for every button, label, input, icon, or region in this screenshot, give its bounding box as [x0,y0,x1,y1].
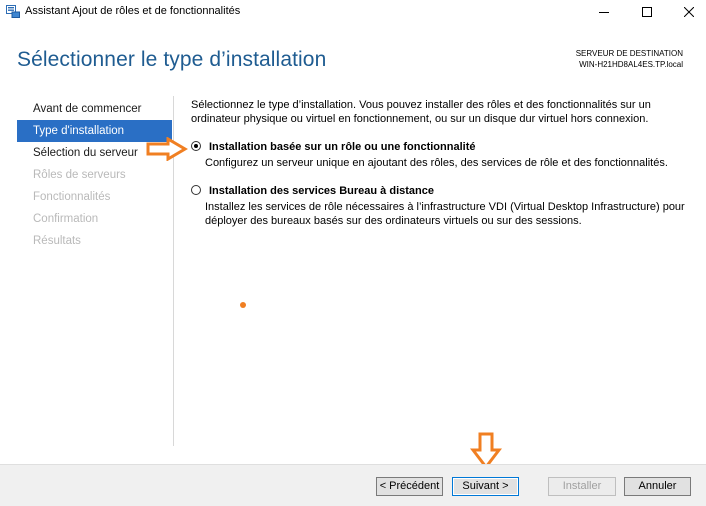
cancel-button[interactable]: Annuler [624,477,691,496]
destination-label: SERVEUR DE DESTINATION [575,49,683,58]
nav-item-roles-serveurs: Rôles de serveurs [33,169,126,181]
annotation-arrow-right-icon [146,137,188,161]
radio-role-based[interactable] [191,141,201,151]
option-remote-desktop-title[interactable]: Installation des services Bureau à dista… [209,184,434,198]
nav-item-resultats: Résultats [33,235,81,247]
nav-item-fonctionnalites: Fonctionnalités [33,191,111,203]
nav-item-confirmation: Confirmation [33,213,99,225]
destination-server-info: SERVEUR DE DESTINATION WIN-H21HD8AL4ES.T… [576,48,683,70]
destination-server-name: WIN-H21HD8AL4ES.TP.local [579,60,683,69]
maximize-button[interactable] [624,0,670,24]
next-button[interactable]: Suivant > [452,477,519,496]
main-content: Sélectionnez le type d’installation. Vou… [191,98,691,227]
maximize-icon [642,7,652,17]
previous-button[interactable]: < Précédent [376,477,443,496]
window-titlebar: Assistant Ajout de rôles et de fonctionn… [0,0,706,24]
server-manager-icon [6,5,20,18]
wizard-steps-nav: Avant de commencer Type d'installation S… [17,98,172,252]
option-role-based-title[interactable]: Installation basée sur un rôle ou une fo… [209,140,475,154]
install-button: Installer [548,477,616,496]
radio-remote-desktop[interactable] [191,185,201,195]
close-button[interactable] [666,0,706,24]
nav-item-avant-de-commencer[interactable]: Avant de commencer [17,98,172,120]
close-icon [684,7,694,17]
option-role-based-description: Configurez un serveur unique en ajoutant… [205,157,668,169]
annotation-dot [240,302,246,308]
minimize-button[interactable] [581,0,627,24]
option-remote-desktop-description: Installez les services de rôle nécessair… [205,201,685,227]
minimize-icon [599,12,609,13]
page-title: Sélectionner le type d’installation [17,48,327,71]
window-title: Assistant Ajout de rôles et de fonctionn… [25,5,241,17]
intro-text: Sélectionnez le type d’installation. Vou… [191,99,651,125]
